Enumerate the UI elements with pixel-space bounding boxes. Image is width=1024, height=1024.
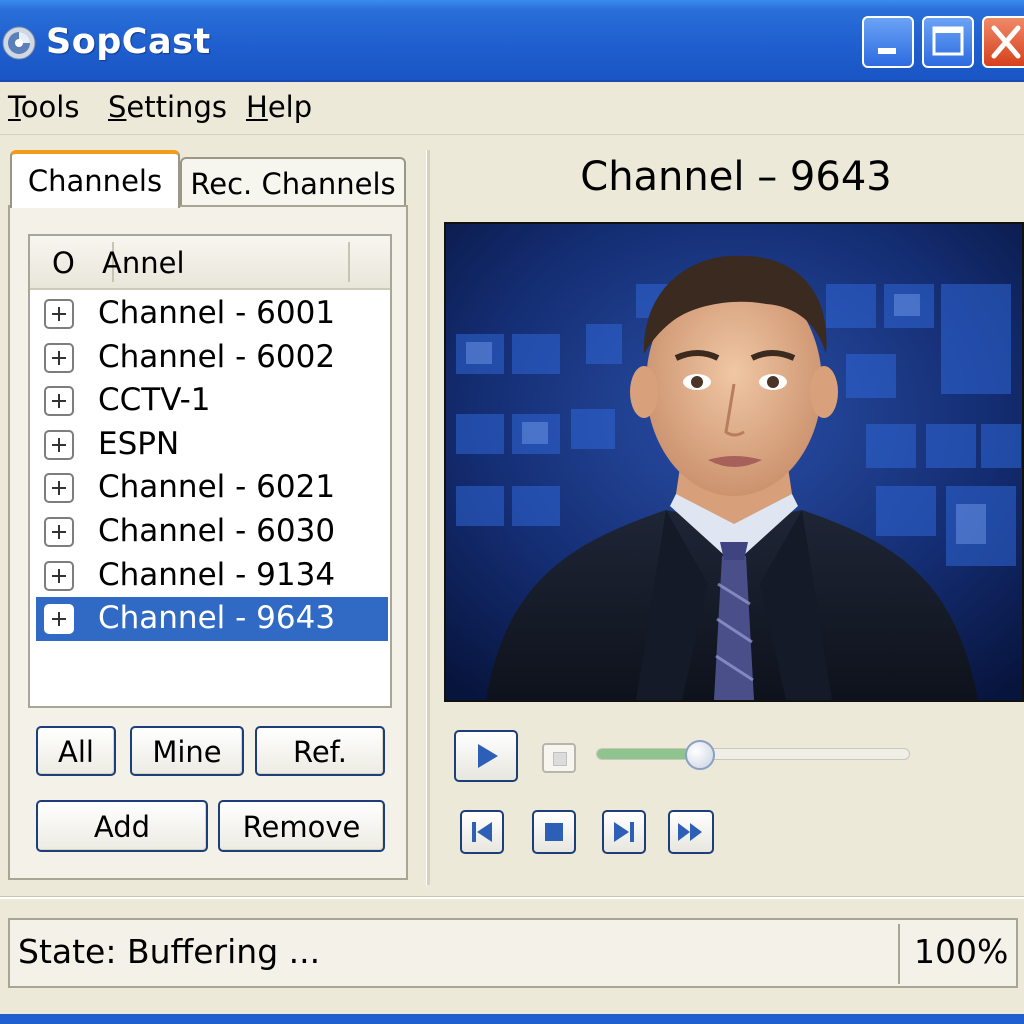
play-button[interactable] [454, 730, 518, 782]
minimize-button[interactable] [862, 16, 914, 68]
video-display[interactable] [444, 222, 1024, 702]
add-button[interactable]: Add [36, 800, 208, 852]
menu-help-mnemonic: H [246, 90, 268, 124]
skip-back-icon [472, 822, 492, 842]
status-text: State: Buffering ... [18, 932, 321, 971]
tab-rec-channels[interactable]: Rec. Channels [180, 157, 406, 207]
menu-settings-mnemonic: S [108, 90, 127, 124]
next-button[interactable] [602, 810, 646, 854]
column-header-o[interactable]: O [52, 246, 75, 280]
mine-button[interactable]: Mine [130, 726, 244, 776]
column-header-name[interactable]: Annel [102, 246, 185, 280]
refresh-button[interactable]: Ref. [255, 726, 385, 776]
channel-name: CCTV-1 [98, 382, 211, 419]
volume-slider-thumb[interactable] [684, 740, 715, 770]
status-separator [0, 896, 1024, 899]
volume-slider[interactable] [596, 748, 910, 760]
expand-plus-icon[interactable] [44, 386, 74, 417]
news-anchor-video-frame [446, 224, 1022, 700]
menu-tools-mnemonic: T [8, 90, 21, 124]
skip-forward-icon [614, 822, 634, 842]
expand-plus-icon[interactable] [44, 342, 74, 373]
minimize-icon [878, 48, 896, 54]
title-bar[interactable]: SopCast [0, 0, 1024, 82]
channel-list-item[interactable]: Channel - 9134 [36, 554, 388, 598]
menu-help-label: elp [267, 90, 313, 124]
expand-plus-icon[interactable] [44, 560, 74, 591]
channel-list[interactable]: O Annel Channel - 6001 Channel - 6002 CCTV… [28, 234, 392, 708]
fast-forward-button[interactable] [668, 810, 714, 854]
status-percent: 100% [914, 932, 1009, 971]
channel-list-item[interactable]: Channel - 6002 [36, 336, 388, 380]
tab-channels[interactable]: Channels [10, 150, 180, 208]
sopcast-logo-icon [2, 26, 36, 60]
maximize-button[interactable] [922, 16, 974, 68]
channel-list-item[interactable]: Channel - 6001 [36, 292, 388, 336]
channel-list-item[interactable]: Channel - 9643 [36, 597, 388, 642]
window-title: SopCast [46, 22, 211, 62]
expand-plus-icon[interactable] [44, 429, 74, 460]
window-bottom-border [0, 1014, 1024, 1024]
expand-plus-icon[interactable] [44, 517, 74, 547]
expand-plus-icon[interactable] [44, 299, 74, 329]
menu-tools[interactable]: Tools [8, 90, 79, 124]
menu-settings-label: ettings [126, 90, 227, 124]
all-button[interactable]: All [36, 726, 116, 776]
menu-help[interactable]: Help [246, 90, 312, 124]
channel-name: Channel - 9134 [98, 556, 336, 593]
channel-list-item[interactable]: CCTV-1 [36, 379, 388, 423]
channel-name: Channel - 6021 [98, 469, 336, 506]
maximize-icon [932, 26, 964, 56]
list-header: O Annel [30, 236, 390, 290]
menu-bar: Tools Settings Help [0, 82, 1024, 135]
previous-button[interactable] [460, 810, 504, 854]
close-icon [991, 25, 1021, 59]
channel-name: Channel - 6030 [98, 513, 336, 549]
status-divider [898, 924, 900, 984]
panel-divider[interactable] [426, 150, 430, 885]
channel-name: ESPN [98, 425, 180, 462]
channel-list-item[interactable]: ESPN [36, 423, 388, 467]
expand-plus-icon[interactable] [44, 473, 74, 504]
channel-list-item[interactable]: Channel - 6021 [36, 466, 388, 510]
channel-name: Channel - 9643 [98, 600, 336, 637]
remove-button[interactable]: Remove [218, 800, 385, 852]
column-divider[interactable] [348, 242, 350, 282]
fast-forward-icon [678, 823, 702, 841]
channel-name: Channel - 6002 [98, 338, 336, 375]
close-button[interactable] [982, 16, 1024, 68]
play-icon [478, 744, 498, 768]
channel-title: Channel – 9643 [580, 154, 892, 200]
channel-list-item[interactable]: Channel - 6030 [36, 510, 388, 554]
menu-settings[interactable]: Settings [108, 90, 227, 124]
expand-plus-icon[interactable] [44, 604, 74, 635]
stop-icon [545, 823, 563, 841]
status-bar: State: Buffering ... 100% [8, 918, 1018, 988]
mute-toggle[interactable] [542, 743, 576, 773]
menu-tools-label: ools [20, 90, 80, 124]
channel-name: Channel - 6001 [98, 295, 336, 331]
stop-button[interactable] [532, 810, 576, 854]
